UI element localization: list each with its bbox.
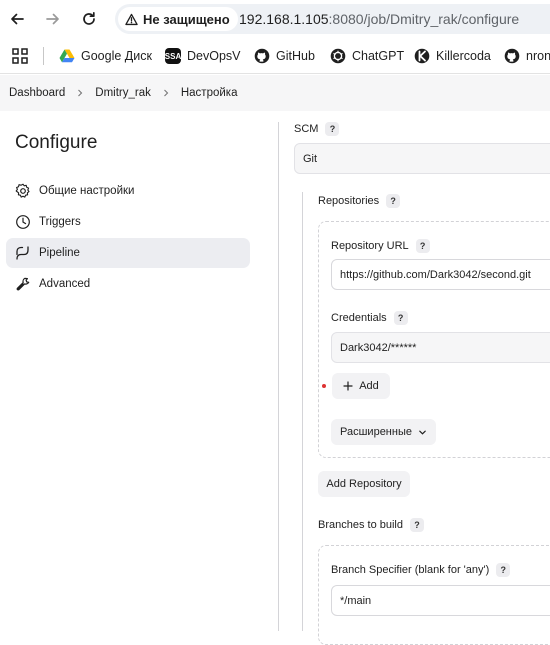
bookmarks-divider [43,47,44,65]
sidebar-item-triggers[interactable]: Triggers [6,207,250,237]
gear-icon [15,183,30,198]
add-repository-label: Add Repository [326,478,402,490]
forward-button[interactable] [42,8,64,30]
help-icon[interactable]: ? [325,122,340,136]
bookmark-devopsv[interactable]: SSA DevOpsV [165,47,241,65]
bookmarks-bar: Google Диск SSA DevOpsV GitHub ChatGPT K… [0,38,550,74]
arrow-left-icon [11,13,24,25]
required-indicator [322,384,326,388]
clock-icon [16,215,30,229]
nested-divider [302,192,303,631]
bookmark-chatgpt[interactable]: ChatGPT [330,47,404,65]
killercoda-icon [414,48,430,64]
bookmark-label: nron [526,49,550,63]
page-title: Configure [15,132,98,153]
scm-select-value: Git [303,152,318,165]
chevron-down-icon [419,430,426,435]
scm-select[interactable]: Git [294,143,550,174]
repositories-label: Repositories ? [318,194,401,208]
breadcrumb-dashboard[interactable]: Dashboard [9,87,65,99]
security-label: Не защищено [143,11,230,27]
credentials-label-text: Credentials [331,312,387,324]
sidebar-item-label: Triggers [39,216,81,228]
add-repository-button[interactable]: Add Repository [318,471,410,497]
scm-label: SCM ? [294,122,340,136]
breadcrumb-job[interactable]: Dmitry_rak [95,87,151,99]
bookmark-github[interactable]: GitHub [254,47,315,65]
repository-url-input[interactable]: https://github.com/Dark3042/second.git [331,259,550,290]
url-host: 192.168.1.105 [239,11,329,27]
credentials-label: Credentials ? [331,311,408,325]
repository-url-label-text: Repository URL [331,240,409,252]
bookmark-label: GitHub [276,49,315,63]
bookmark-killercoda[interactable]: Killercoda [414,47,491,65]
scm-label-text: SCM [294,123,319,135]
sidebar-item-label: Advanced [39,278,91,290]
add-credentials-button[interactable]: Add [332,373,390,399]
branch-specifier-label-text: Branch Specifier (blank for 'any') [331,564,490,576]
back-button[interactable] [6,8,28,30]
chevron-right-icon [161,88,171,98]
branch-specifier-input[interactable]: */main [331,585,550,616]
help-icon[interactable]: ? [410,518,424,532]
chevron-right-icon [75,88,85,98]
branches-label-text: Branches to build [318,519,403,531]
repositories-label-text: Repositories [318,195,380,207]
plus-icon [343,381,353,391]
section-divider [278,122,279,631]
sidebar-item-advanced[interactable]: Advanced [6,269,250,299]
bookmark-label: DevOpsV [187,49,241,63]
wrench-icon [16,277,30,291]
reload-button[interactable] [78,8,100,30]
github-icon [254,48,270,64]
arrow-right-icon [46,13,59,25]
sidebar-item-pipeline[interactable]: Pipeline [6,238,250,268]
breadcrumb-configure[interactable]: Настройка [181,87,238,99]
advanced-button[interactable]: Расширенные [331,419,436,445]
sidebar-item-label: Общие настройки [39,185,135,197]
ssa-icon: SSA [165,48,181,64]
url-path: :8080/job/Dmitry_rak/configure [328,11,520,27]
breadcrumb: Dashboard Dmitry_rak Настройка [0,75,550,111]
branches-label: Branches to build ? [318,518,424,532]
help-icon[interactable]: ? [393,311,408,325]
chatgpt-icon [330,48,346,64]
add-credentials-label: Add [359,380,379,392]
bookmark-label: Google Диск [81,49,152,63]
browser-toolbar: Не защищено 192.168.1.105:8080/job/Dmitr… [0,0,550,38]
sidebar-item-label: Pipeline [39,247,80,259]
pipeline-icon [16,246,29,260]
branch-specifier-label: Branch Specifier (blank for 'any') ? [331,563,511,577]
sidebar-item-general[interactable]: Общие настройки [6,176,250,206]
google-drive-icon [59,49,75,63]
bookmark-google-drive[interactable]: Google Диск [59,47,152,65]
credentials-value: Dark3042/****** [340,341,417,354]
advanced-button-label: Расширенные [340,426,412,438]
credentials-select[interactable]: Dark3042/****** [331,332,550,363]
address-bar[interactable]: Не защищено 192.168.1.105:8080/job/Dmitr… [115,4,550,34]
help-icon[interactable]: ? [386,194,401,208]
help-icon[interactable]: ? [496,563,511,577]
apps-grid-icon[interactable] [12,48,28,64]
help-icon[interactable]: ? [415,239,430,253]
reload-icon [83,11,95,25]
bookmark-label: ChatGPT [352,49,405,63]
branch-specifier-value: */main [340,594,372,607]
warning-icon [125,13,138,25]
bookmark-nron[interactable]: nron [504,47,550,65]
security-chip[interactable]: Не защищено [118,7,238,31]
github-icon [504,48,520,64]
bookmark-label: Killercoda [436,49,491,63]
repository-url-label: Repository URL ? [331,239,430,253]
repository-url-value: https://github.com/Dark3042/second.git [340,268,531,281]
url-text[interactable]: 192.168.1.105:8080/job/Dmitry_rak/config… [239,11,519,27]
